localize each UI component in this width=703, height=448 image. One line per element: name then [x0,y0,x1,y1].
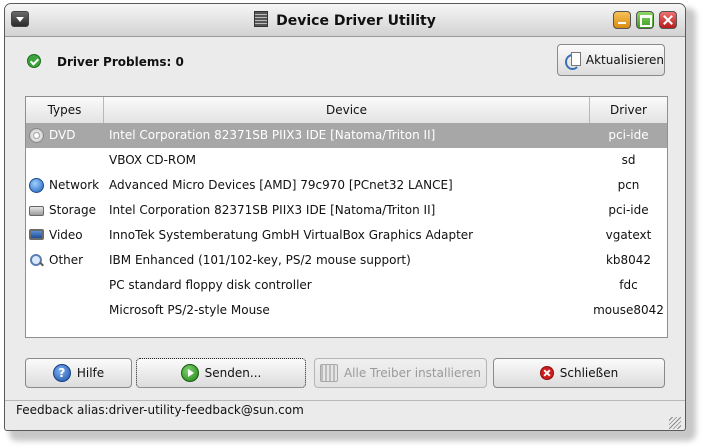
column-header-device[interactable]: Device [104,97,590,123]
table-row[interactable]: Microsoft PS/2-style Mouse mouse8042 [26,298,667,323]
row-device: InnoTek Systemberatung GmbH VirtualBox G… [109,228,474,242]
app-icon [254,11,269,27]
video-monitor-icon [29,229,44,240]
row-device: PC standard floppy disk controller [109,278,312,292]
row-type: Video [49,228,83,242]
row-device: Intel Corporation 82371SB PIIX3 IDE [Nat… [109,128,436,142]
row-type: Storage [49,203,96,217]
row-type: Network [49,178,100,192]
help-label: Hilfe [76,366,105,380]
refresh-label: Aktualisieren [585,53,664,67]
help-button[interactable]: ? Hilfe [25,358,132,388]
row-driver: sd [621,153,636,167]
ok-check-icon [27,54,41,68]
table-row[interactable]: Video InnoTek Systemberatung GmbH Virtua… [26,223,667,248]
row-device: Advanced Micro Devices [AMD] 79c970 [PCn… [109,178,453,192]
device-driver-utility-window: Device Driver Utility Driver Problems: 0… [4,3,686,431]
dvd-icon [29,128,44,143]
install-all-drivers-button[interactable]: Alle Treiber installieren [314,358,487,388]
magnifier-icon [29,253,44,268]
install-drivers-icon [319,364,338,382]
column-header-driver[interactable]: Driver [590,97,667,123]
row-driver: pci-ide [608,128,649,142]
row-driver: vgatext [605,228,652,242]
send-label: Senden... [204,366,262,380]
install-all-label: Alle Treiber installieren [343,366,482,380]
table-row[interactable]: Network Advanced Micro Devices [AMD] 79c… [26,173,667,198]
send-play-icon [180,364,199,382]
feedback-alias-text: Feedback alias:driver-utility-feedback@s… [16,403,304,417]
table-row[interactable]: Other IBM Enhanced (101/102-key, PS/2 mo… [26,248,667,273]
close-stop-icon [539,366,554,380]
maximize-icon[interactable] [636,11,654,29]
status-bar: Feedback alias:driver-utility-feedback@s… [5,400,685,430]
row-driver: pcn [617,178,640,192]
close-window-icon[interactable] [659,11,677,29]
row-device: IBM Enhanced (101/102-key, PS/2 mouse su… [109,253,411,267]
help-icon: ? [52,364,71,382]
row-driver: kb8042 [605,253,652,267]
table-row[interactable]: Storage Intel Corporation 82371SB PIIX3 … [26,198,667,223]
driver-problems-label: Driver Problems: 0 [57,55,184,69]
resize-grip-icon[interactable] [669,417,681,429]
row-type: DVD [49,128,76,142]
storage-drive-icon [29,206,44,216]
device-table: Types Device Driver DVD Intel Corporatio… [25,96,668,338]
row-device: Intel Corporation 82371SB PIIX3 IDE [Nat… [109,203,436,217]
row-device: Microsoft PS/2-style Mouse [109,303,270,317]
window-title: Device Driver Utility [276,13,436,29]
refresh-icon [564,51,582,70]
minimize-icon[interactable] [613,11,631,29]
table-header: Types Device Driver [26,97,667,124]
row-driver: pci-ide [608,203,649,217]
row-driver: mouse8042 [593,303,664,317]
table-row[interactable]: PC standard floppy disk controller fdc [26,273,667,298]
send-button[interactable]: Senden... [136,358,306,388]
close-label: Schließen [559,366,619,380]
title-bar[interactable]: Device Driver Utility [5,4,685,37]
row-device: VBOX CD-ROM [109,153,197,167]
close-button[interactable]: Schließen [493,358,665,388]
table-row[interactable]: VBOX CD-ROM sd [26,148,667,173]
column-header-types[interactable]: Types [26,97,104,123]
row-driver: fdc [619,278,638,292]
row-type: Other [49,253,84,267]
window-title-wrap: Device Driver Utility [5,11,685,29]
table-row[interactable]: DVD Intel Corporation 82371SB PIIX3 IDE … [26,123,667,148]
refresh-button[interactable]: Aktualisieren [557,44,665,76]
network-globe-icon [29,178,44,193]
